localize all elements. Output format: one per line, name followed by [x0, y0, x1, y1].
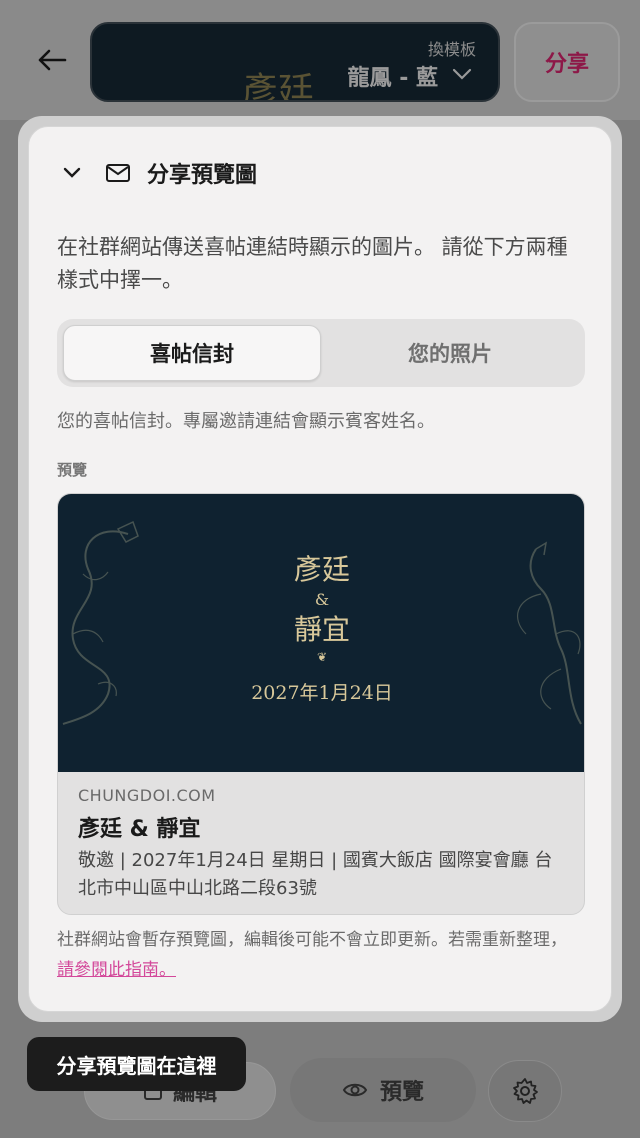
preview-title: 彥廷 & 靜宜 — [78, 817, 201, 842]
preview-meta: CHUNGDOI.COM 彥廷 & 靜宜 敬邀 | 2027年1月24日 星期日… — [78, 786, 568, 903]
arrow-left-icon — [38, 49, 67, 71]
back-button[interactable] — [32, 40, 72, 80]
style-segmented-control: 喜帖信封 您的照片 — [57, 319, 585, 387]
panel-description: 在社群網站傳送喜帖連結時顯示的圖片。 請從下方兩種樣式中擇一。 — [57, 235, 568, 292]
share-preview-panel: 分享預覽圖 在社群網站傳送喜帖連結時顯示的圖片。 請從下方兩種樣式中擇一。 喜帖… — [28, 126, 612, 1012]
eye-icon — [342, 1083, 368, 1097]
preview-button-label: 預覽 — [379, 1080, 424, 1105]
preview-description: 敬邀 | 2027年1月24日 星期日 | 國賓大飯店 國際宴會廳 台北市中山區… — [78, 850, 553, 899]
template-name: 龍鳳 - 藍 — [347, 66, 438, 91]
couple-name-1: 彥廷 — [293, 553, 350, 586]
template-switch-label: 換模板 — [427, 40, 476, 59]
couple-name-2: 靜宜 — [293, 613, 350, 646]
preview-image: 彥廷 & 靜宜 ❦ 2027年1月24日 — [58, 494, 584, 772]
link-preview-card: 彥廷 & 靜宜 ❦ 2027年1月24日 CHUNGDOI.COM 彥廷 & 靜… — [57, 493, 585, 915]
ornament-icon: ❦ — [316, 650, 328, 664]
chevron-down-icon[interactable] — [63, 167, 81, 179]
cache-note-text: 社群網站會暫存預覽圖，編輯後可能不會立即更新。若需重新整理， — [57, 930, 567, 950]
segment-photo[interactable]: 您的照片 — [321, 325, 579, 381]
panel-title: 分享預覽圖 — [147, 163, 258, 188]
wedding-date: 2027年1月24日 — [251, 682, 393, 704]
template-thumbnail-text: 彥廷 — [242, 71, 315, 102]
preview-button[interactable]: 預覽 — [290, 1058, 476, 1122]
guide-link[interactable]: 請參閱此指南。 — [57, 960, 176, 980]
cache-note: 社群網站會暫存預覽圖，編輯後可能不會立即更新。若需重新整理， 請參閱此指南。 — [57, 925, 587, 985]
tooltip-share-preview: 分享預覽圖在這裡 — [27, 1037, 246, 1091]
share-button[interactable]: 分享 — [514, 22, 620, 102]
preview-label: 預覽 — [57, 461, 88, 479]
style-note: 您的喜帖信封。專屬邀請連結會顯示賓客姓名。 — [57, 411, 435, 432]
chevron-down-icon — [452, 68, 472, 80]
template-switcher[interactable]: 彥廷 換模板 龍鳳 - 藍 — [90, 22, 500, 102]
ampersand: & — [314, 590, 330, 609]
envelope-icon — [106, 164, 130, 182]
gear-icon — [513, 1078, 538, 1104]
panel-header[interactable]: 分享預覽圖 — [63, 157, 257, 189]
preview-site: CHUNGDOI.COM — [78, 786, 216, 805]
segment-envelope[interactable]: 喜帖信封 — [63, 325, 321, 381]
settings-button[interactable] — [488, 1060, 562, 1122]
